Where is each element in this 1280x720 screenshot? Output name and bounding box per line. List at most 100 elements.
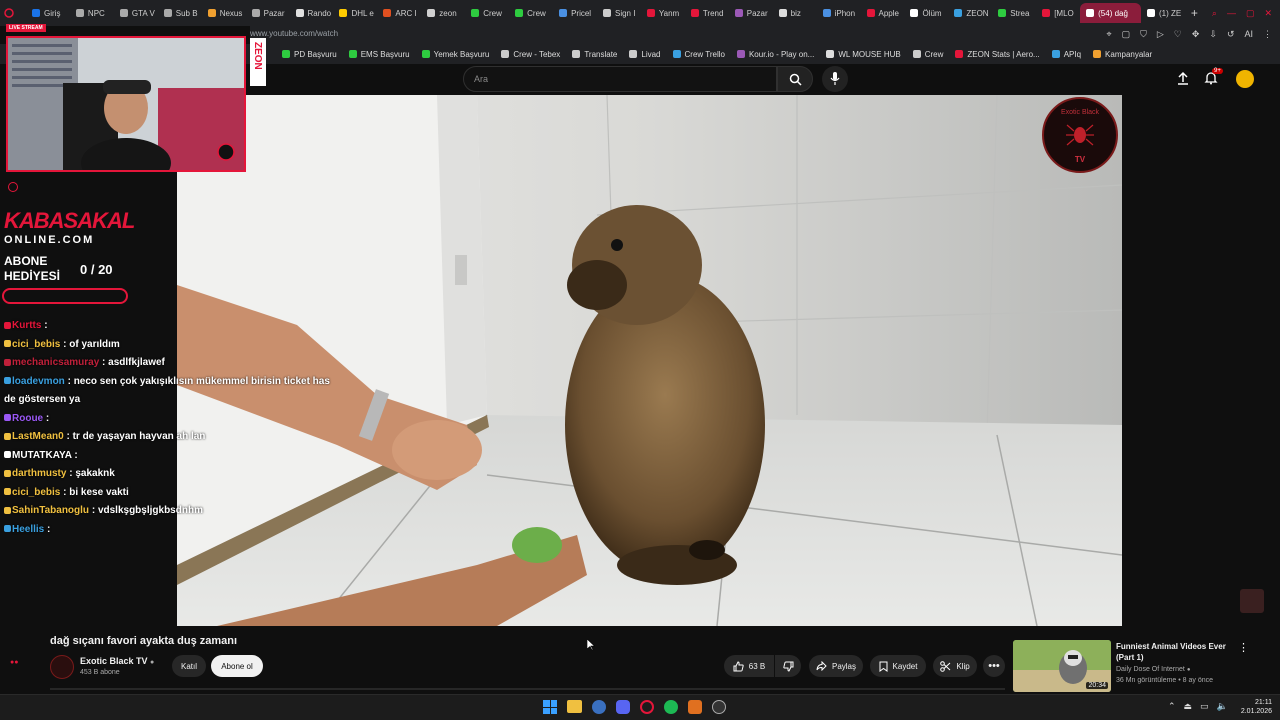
browser-tab[interactable]: zeon: [421, 3, 465, 23]
address-bar-row: www.youtube.com/watch ⌖ ▢ ⛉ ▷ ♡ ✥ ⇩ ↺ AI…: [250, 26, 1280, 44]
bookmark-item[interactable]: Translate: [566, 50, 623, 59]
browser-tab[interactable]: (54) dağ: [1080, 3, 1141, 23]
bookmark-item[interactable]: EMS Başvuru: [343, 50, 416, 59]
tab-label: Giriş: [44, 8, 61, 18]
maximize-icon[interactable]: ▢: [1246, 8, 1255, 19]
browser-tab[interactable]: Apple: [861, 3, 905, 23]
heart-icon[interactable]: ♡: [1174, 29, 1182, 40]
theater-side-area: [1122, 95, 1280, 626]
browser-tab[interactable]: Rando: [290, 3, 334, 23]
recommended-title[interactable]: Funniest Animal Videos Ever (Part 1): [1116, 641, 1226, 663]
close-icon[interactable]: ✕: [1264, 8, 1272, 19]
browser-tab[interactable]: ARC I: [377, 3, 421, 23]
dislike-button[interactable]: [775, 655, 801, 677]
recommended-channel[interactable]: Daily Dose Of Internet ●: [1116, 666, 1190, 673]
browser-tab[interactable]: Strea: [992, 3, 1036, 23]
bookmark-item[interactable]: Kampanyalar: [1087, 50, 1158, 59]
square-icon[interactable]: ▢: [1122, 29, 1131, 40]
channel-watermark[interactable]: Exotic Black TV: [1042, 97, 1118, 173]
upload-button[interactable]: [1176, 71, 1190, 90]
avatar[interactable]: [1236, 70, 1254, 88]
recommended-menu-icon[interactable]: ⋮: [1238, 641, 1249, 654]
bookmark-item[interactable]: Yemek Başvuru: [416, 50, 496, 59]
browser-tab[interactable]: GTA V: [114, 3, 158, 23]
browser-tab[interactable]: Pricel: [553, 3, 597, 23]
bookmark-label: Kampanyalar: [1105, 49, 1153, 59]
bookmark-item[interactable]: ZEON Stats | Aero...: [949, 50, 1045, 59]
browser-menu-icon[interactable]: [0, 3, 26, 23]
browser-tab[interactable]: Trend: [685, 3, 729, 23]
browser-tab[interactable]: [MLO: [1036, 3, 1080, 23]
watermark-channel-text: Exotic Black: [1060, 109, 1100, 116]
browser-tab[interactable]: Ölüm: [904, 3, 948, 23]
clip-button[interactable]: Klip: [933, 655, 977, 677]
browser-tab[interactable]: Giriş: [26, 3, 70, 23]
more-icon[interactable]: ⋮: [1263, 29, 1272, 40]
file-explorer-icon[interactable]: [567, 700, 582, 713]
spotify-icon[interactable]: [664, 700, 678, 714]
history-icon[interactable]: ↺: [1227, 29, 1235, 40]
bookmark-item[interactable]: APIq: [1046, 50, 1087, 59]
search-tabs-icon[interactable]: ⌕: [1212, 8, 1217, 19]
browser-tab[interactable]: (1) ZE: [1141, 3, 1185, 23]
chat-separator: :: [60, 486, 70, 498]
channel-name[interactable]: Exotic Black TV ●: [80, 656, 154, 666]
settings-app-icon[interactable]: [592, 700, 606, 714]
channel-avatar[interactable]: [50, 655, 74, 679]
browser-tab[interactable]: Crew: [465, 3, 509, 23]
recommended-thumbnail[interactable]: 20:34: [1013, 640, 1111, 692]
browser-tab[interactable]: DHL e: [333, 3, 377, 23]
browser-tab[interactable]: iPhon: [817, 3, 861, 23]
bookmark-item[interactable]: Crew: [907, 50, 950, 59]
share-button[interactable]: Paylaş: [809, 655, 863, 677]
volume-icon[interactable]: 🔈: [1217, 701, 1228, 712]
browser-tab[interactable]: Sign I: [597, 3, 641, 23]
bookmark-item[interactable]: Kour.io - Play on...: [731, 50, 820, 59]
pin-icon[interactable]: ⌖: [1106, 29, 1111, 40]
bookmark-item[interactable]: PD Başvuru: [276, 50, 343, 59]
bookmark-favicon-icon: [282, 50, 290, 58]
ai-button[interactable]: AI: [1244, 29, 1253, 40]
obs-icon[interactable]: [712, 700, 726, 714]
bookmark-item[interactable]: WL MOUSE HUB: [820, 50, 906, 59]
browser-tab[interactable]: Sub B: [158, 3, 202, 23]
join-button[interactable]: Katıl: [172, 655, 206, 677]
clock[interactable]: 21:11 2.01.2026: [1234, 698, 1272, 716]
browser-tab[interactable]: ZEON: [948, 3, 992, 23]
browser-tab[interactable]: biz: [773, 3, 817, 23]
discord-icon[interactable]: [616, 700, 630, 714]
app-icon[interactable]: [688, 700, 702, 714]
new-tab-button[interactable]: +: [1185, 3, 1204, 23]
more-actions-button[interactable]: •••: [983, 655, 1005, 677]
browser-tab[interactable]: Crew: [509, 3, 553, 23]
search-input[interactable]: Ara: [463, 66, 777, 92]
like-button[interactable]: 63 B: [724, 655, 774, 677]
url-field[interactable]: www.youtube.com/watch: [250, 29, 338, 38]
video-info-section: dağ sıçanı favori ayakta duş zamanı Exot…: [0, 626, 1280, 694]
browser-tab[interactable]: Pazar: [246, 3, 290, 23]
minimize-icon[interactable]: —: [1227, 8, 1236, 19]
save-button[interactable]: Kaydet: [870, 655, 926, 677]
usb-icon[interactable]: ⏏: [1184, 701, 1193, 712]
search-button[interactable]: [777, 66, 813, 92]
browser-tab[interactable]: NPC: [70, 3, 114, 23]
start-button[interactable]: [543, 700, 557, 714]
browser-tab[interactable]: Nexus: [202, 3, 246, 23]
bookmark-label: ZEON Stats | Aero...: [967, 49, 1040, 59]
browser-tab[interactable]: Yanm: [641, 3, 685, 23]
bookmark-item[interactable]: Crew - Tebex: [495, 50, 566, 59]
play-icon[interactable]: ▷: [1157, 29, 1164, 40]
bookmark-item[interactable]: Livad: [623, 50, 666, 59]
browser-tab[interactable]: Pazar: [729, 3, 773, 23]
puzzle-icon[interactable]: ✥: [1192, 29, 1200, 40]
network-icon[interactable]: ▭: [1200, 701, 1209, 712]
download-icon[interactable]: ⇩: [1209, 29, 1217, 40]
opera-browser-icon[interactable]: [640, 700, 654, 714]
shield-icon[interactable]: ⛉: [1140, 29, 1147, 40]
chevron-up-icon[interactable]: ⌃: [1168, 701, 1176, 712]
voice-search-button[interactable]: [822, 66, 848, 92]
subscribe-button[interactable]: Abone ol: [211, 655, 263, 677]
tab-favicon-icon: [471, 9, 480, 17]
bookmark-item[interactable]: Crew Trello: [667, 50, 731, 59]
notifications-button[interactable]: 9+: [1204, 68, 1223, 90]
